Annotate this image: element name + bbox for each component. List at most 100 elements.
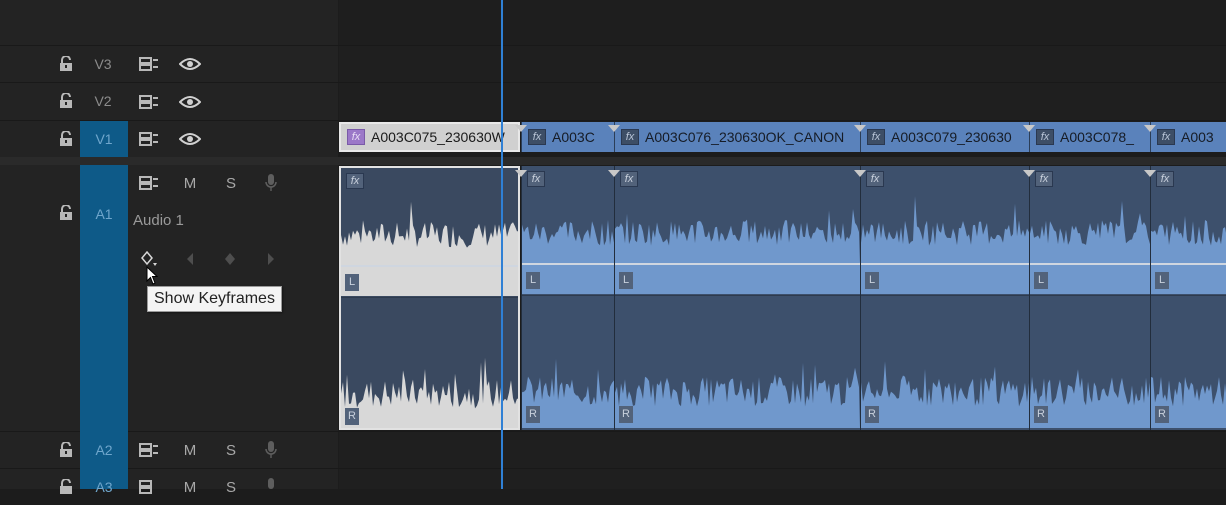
audio-clip[interactable]: fx L R — [860, 166, 1029, 430]
video-clip[interactable]: fx A003C076_230630OK_CANON — [614, 122, 860, 152]
lock-icon[interactable] — [56, 129, 76, 149]
add-keyframe-icon[interactable] — [222, 250, 238, 268]
video-clip[interactable]: fx A003C078_ — [1029, 122, 1150, 152]
clip-name: A003C079_230630 — [891, 129, 1012, 145]
transition-marker[interactable] — [608, 165, 620, 183]
eye-icon[interactable] — [178, 92, 202, 112]
solo-button[interactable]: S — [221, 173, 241, 193]
clip-name: A003C — [552, 129, 595, 145]
audio-clip[interactable]: fx L R — [1029, 166, 1150, 430]
transition-marker[interactable] — [1023, 165, 1035, 183]
transition-marker[interactable] — [1023, 120, 1035, 138]
fx-badge: fx — [346, 173, 364, 189]
track-label-a1[interactable]: A1 — [80, 203, 128, 225]
solo-button[interactable]: S — [221, 440, 241, 460]
divider — [0, 45, 1226, 46]
channel-divider — [1151, 295, 1226, 296]
track-header-a2 — [0, 432, 338, 468]
track-label-v2[interactable]: V2 — [84, 83, 122, 120]
fx-badge: fx — [1036, 129, 1054, 145]
track-label-a2[interactable]: A2 — [80, 432, 128, 468]
audio-clip[interactable]: fx L R — [339, 166, 520, 430]
prev-keyframe-icon[interactable] — [182, 250, 198, 268]
track-label-a3[interactable]: A3 — [80, 469, 128, 505]
lock-icon[interactable] — [56, 91, 76, 111]
fx-badge: fx — [347, 129, 365, 145]
track-lane-v3[interactable] — [339, 46, 1226, 82]
sync-lock-icon[interactable] — [138, 440, 160, 460]
channel-divider — [861, 295, 1029, 296]
lock-icon[interactable] — [56, 477, 76, 497]
audio-clip[interactable]: fx L R — [1150, 166, 1226, 430]
channel-label-left: L — [1034, 272, 1048, 289]
channel-label-left: L — [865, 272, 879, 289]
channel-label-left: L — [345, 274, 359, 291]
eye-icon[interactable] — [178, 129, 202, 149]
channel-divider — [861, 263, 1029, 265]
track-header-v2 — [0, 83, 338, 120]
mute-button[interactable]: M — [180, 173, 200, 193]
video-clip[interactable]: fx A003 — [1150, 122, 1226, 152]
channel-divider — [341, 297, 518, 298]
mute-button[interactable]: M — [180, 440, 200, 460]
tooltip: Show Keyframes — [147, 286, 282, 312]
sync-lock-icon[interactable] — [138, 54, 160, 74]
channel-divider — [1151, 263, 1226, 265]
channel-divider — [615, 263, 860, 265]
transition-marker[interactable] — [515, 165, 527, 183]
channel-label-right: R — [1034, 406, 1048, 423]
channel-label-right: R — [619, 406, 633, 423]
solo-button[interactable]: S — [221, 477, 241, 497]
waveform-right — [1030, 369, 1150, 428]
microphone-icon[interactable] — [261, 476, 281, 498]
lock-icon[interactable] — [56, 54, 76, 74]
next-keyframe-icon[interactable] — [263, 250, 279, 268]
track-label-v3[interactable]: V3 — [84, 46, 122, 82]
mute-button[interactable]: M — [180, 477, 200, 497]
channel-label-right: R — [526, 406, 540, 423]
video-clip[interactable]: fx A003C — [521, 122, 614, 152]
fx-badge: fx — [621, 129, 639, 145]
track-lane-a2[interactable] — [339, 432, 1226, 468]
video-audio-divider[interactable] — [0, 157, 1226, 165]
clip-name: A003 — [1181, 129, 1214, 145]
channel-label-right: R — [345, 408, 359, 425]
microphone-icon[interactable] — [261, 172, 281, 194]
channel-label-right: R — [865, 406, 879, 423]
microphone-icon[interactable] — [261, 439, 281, 461]
fx-badge: fx — [1156, 171, 1174, 187]
channel-label-left: L — [619, 272, 633, 289]
channel-divider — [522, 263, 614, 265]
fx-badge: fx — [1157, 129, 1175, 145]
transition-marker[interactable] — [608, 120, 620, 138]
channel-divider — [341, 265, 518, 267]
track-label-v1[interactable]: V1 — [80, 121, 128, 157]
sync-lock-icon[interactable] — [138, 477, 160, 497]
video-clip[interactable]: fx A003C075_230630W — [339, 122, 520, 152]
sync-lock-icon[interactable] — [138, 129, 160, 149]
transition-marker[interactable] — [854, 120, 866, 138]
track-lane-v2[interactable] — [339, 83, 1226, 120]
track-lane-a3[interactable] — [339, 469, 1226, 489]
waveform-right — [615, 362, 860, 428]
divider — [0, 468, 1226, 469]
clip-name: A003C075_230630W — [371, 129, 505, 145]
lock-icon[interactable] — [56, 440, 76, 460]
waveform-right — [861, 361, 1029, 428]
transition-marker[interactable] — [854, 165, 866, 183]
eye-icon[interactable] — [178, 54, 202, 74]
video-clip[interactable]: fx A003C079_230630 — [860, 122, 1029, 152]
audio-clip[interactable]: fx L R — [614, 166, 860, 430]
lock-icon[interactable] — [56, 203, 76, 223]
transition-marker[interactable] — [515, 120, 527, 138]
sync-lock-icon[interactable] — [138, 173, 160, 193]
channel-divider — [1030, 295, 1150, 296]
playhead[interactable] — [501, 0, 503, 489]
timeline-header-left — [0, 0, 338, 45]
audio-clip[interactable]: fx L R — [521, 166, 614, 430]
sync-lock-icon[interactable] — [138, 92, 160, 112]
time-ruler[interactable] — [339, 0, 1226, 45]
transition-marker[interactable] — [1144, 120, 1156, 138]
fx-badge: fx — [867, 129, 885, 145]
transition-marker[interactable] — [1144, 165, 1156, 183]
